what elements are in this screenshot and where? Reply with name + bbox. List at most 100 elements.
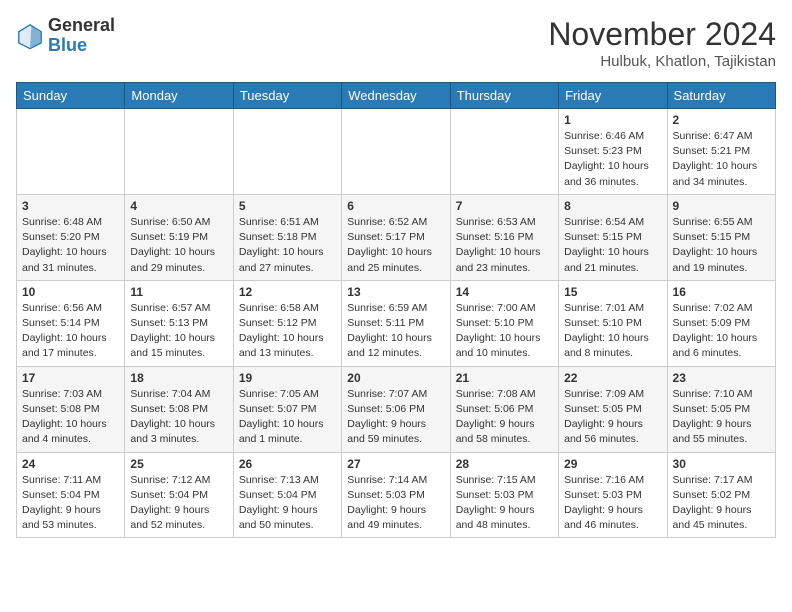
calendar-cell: 9Sunrise: 6:55 AMSunset: 5:15 PMDaylight… bbox=[667, 194, 775, 280]
day-info: Sunrise: 7:08 AMSunset: 5:06 PMDaylight:… bbox=[456, 387, 553, 448]
calendar-cell: 17 Sunrise: 7:03 AMSunset: 5:08 PMDayligh… bbox=[17, 366, 125, 452]
calendar-cell: 14 Sunrise: 7:00 AMSunset: 5:10 PMDayligh… bbox=[450, 280, 558, 366]
day-info: Sunrise: 6:46 AMSunset: 5:23 PMDaylight:… bbox=[564, 129, 661, 190]
calendar-cell: 12 Sunrise: 6:58 AMSunset: 5:12 PMDayligh… bbox=[233, 280, 341, 366]
calendar-cell: 23 Sunrise: 7:10 AMSunset: 5:05 PMDayligh… bbox=[667, 366, 775, 452]
day-number: 22 bbox=[564, 371, 661, 385]
calendar-cell: 20 Sunrise: 7:07 AMSunset: 5:06 PMDayligh… bbox=[342, 366, 450, 452]
day-number: 17 bbox=[22, 371, 119, 385]
day-number: 20 bbox=[347, 371, 444, 385]
day-info: Sunrise: 6:56 AMSunset: 5:14 PMDaylight:… bbox=[22, 301, 119, 362]
day-info: Sunrise: 6:55 AMSunset: 5:15 PMDaylight:… bbox=[673, 215, 770, 276]
calendar-cell: 18 Sunrise: 7:04 AMSunset: 5:08 PMDayligh… bbox=[125, 366, 233, 452]
calendar-cell: 24 Sunrise: 7:11 AMSunset: 5:04 PMDayligh… bbox=[17, 452, 125, 538]
day-number: 5 bbox=[239, 199, 336, 213]
day-info: Sunrise: 6:47 AMSunset: 5:21 PMDaylight:… bbox=[673, 129, 770, 190]
day-info: Sunrise: 7:10 AMSunset: 5:05 PMDaylight:… bbox=[673, 387, 770, 448]
day-number: 2 bbox=[673, 113, 770, 127]
day-number: 13 bbox=[347, 285, 444, 299]
day-info: Sunrise: 6:50 AMSunset: 5:19 PMDaylight:… bbox=[130, 215, 227, 276]
calendar-cell: 15Sunrise: 7:01 AMSunset: 5:10 PMDayligh… bbox=[559, 280, 667, 366]
day-info: Sunrise: 7:02 AMSunset: 5:09 PMDaylight:… bbox=[673, 301, 770, 362]
day-info: Sunrise: 7:09 AMSunset: 5:05 PMDaylight:… bbox=[564, 387, 661, 448]
calendar-cell: 5 Sunrise: 6:51 AMSunset: 5:18 PMDaylight… bbox=[233, 194, 341, 280]
logo: General Blue bbox=[16, 16, 115, 56]
day-number: 30 bbox=[673, 457, 770, 471]
calendar-cell: 3Sunrise: 6:48 AMSunset: 5:20 PMDaylight… bbox=[17, 194, 125, 280]
day-info: Sunrise: 6:51 AMSunset: 5:18 PMDaylight:… bbox=[239, 215, 336, 276]
calendar-cell: 30Sunrise: 7:17 AMSunset: 5:02 PMDayligh… bbox=[667, 452, 775, 538]
calendar-week-3: 10 Sunrise: 6:56 AMSunset: 5:14 PMDayligh… bbox=[17, 280, 776, 366]
day-info: Sunrise: 7:03 AMSunset: 5:08 PMDaylight:… bbox=[22, 387, 119, 448]
day-number: 16 bbox=[673, 285, 770, 299]
col-header-friday: Friday bbox=[559, 83, 667, 109]
calendar-cell: 16 Sunrise: 7:02 AMSunset: 5:09 PMDayligh… bbox=[667, 280, 775, 366]
day-number: 7 bbox=[456, 199, 553, 213]
calendar-week-4: 17 Sunrise: 7:03 AMSunset: 5:08 PMDayligh… bbox=[17, 366, 776, 452]
day-number: 28 bbox=[456, 457, 553, 471]
day-info: Sunrise: 7:04 AMSunset: 5:08 PMDaylight:… bbox=[130, 387, 227, 448]
day-number: 24 bbox=[22, 457, 119, 471]
location: Hulbuk, Khatlon, Tajikistan bbox=[548, 53, 776, 70]
day-info: Sunrise: 6:59 AMSunset: 5:11 PMDaylight:… bbox=[347, 301, 444, 362]
day-number: 8 bbox=[564, 199, 661, 213]
logo-blue: Blue bbox=[48, 36, 115, 56]
calendar-cell: 7 Sunrise: 6:53 AMSunset: 5:16 PMDaylight… bbox=[450, 194, 558, 280]
logo-general: General bbox=[48, 16, 115, 36]
day-number: 6 bbox=[347, 199, 444, 213]
calendar-cell bbox=[450, 109, 558, 195]
day-info: Sunrise: 7:00 AMSunset: 5:10 PMDaylight:… bbox=[456, 301, 553, 362]
calendar-cell: 22 Sunrise: 7:09 AMSunset: 5:05 PMDayligh… bbox=[559, 366, 667, 452]
day-info: Sunrise: 7:13 AMSunset: 5:04 PMDaylight:… bbox=[239, 473, 336, 534]
day-number: 23 bbox=[673, 371, 770, 385]
col-header-wednesday: Wednesday bbox=[342, 83, 450, 109]
day-info: Sunrise: 6:52 AMSunset: 5:17 PMDaylight:… bbox=[347, 215, 444, 276]
day-info: Sunrise: 6:57 AMSunset: 5:13 PMDaylight:… bbox=[130, 301, 227, 362]
day-number: 4 bbox=[130, 199, 227, 213]
calendar-cell bbox=[342, 109, 450, 195]
day-number: 1 bbox=[564, 113, 661, 127]
day-number: 18 bbox=[130, 371, 227, 385]
calendar-cell bbox=[233, 109, 341, 195]
calendar-cell: 19 Sunrise: 7:05 AMSunset: 5:07 PMDayligh… bbox=[233, 366, 341, 452]
calendar-week-5: 24 Sunrise: 7:11 AMSunset: 5:04 PMDayligh… bbox=[17, 452, 776, 538]
day-number: 12 bbox=[239, 285, 336, 299]
day-info: Sunrise: 7:11 AMSunset: 5:04 PMDaylight:… bbox=[22, 473, 119, 534]
day-number: 19 bbox=[239, 371, 336, 385]
calendar-cell: 11 Sunrise: 6:57 AMSunset: 5:13 PMDayligh… bbox=[125, 280, 233, 366]
logo-icon bbox=[16, 22, 44, 50]
day-info: Sunrise: 7:07 AMSunset: 5:06 PMDaylight:… bbox=[347, 387, 444, 448]
day-number: 10 bbox=[22, 285, 119, 299]
calendar-header-row: SundayMondayTuesdayWednesdayThursdayFrid… bbox=[17, 83, 776, 109]
calendar-cell: 10 Sunrise: 6:56 AMSunset: 5:14 PMDayligh… bbox=[17, 280, 125, 366]
calendar-cell: 4 Sunrise: 6:50 AMSunset: 5:19 PMDaylight… bbox=[125, 194, 233, 280]
day-info: Sunrise: 7:12 AMSunset: 5:04 PMDaylight:… bbox=[130, 473, 227, 534]
day-number: 25 bbox=[130, 457, 227, 471]
calendar-cell: 21Sunrise: 7:08 AMSunset: 5:06 PMDayligh… bbox=[450, 366, 558, 452]
calendar-cell: 26Sunrise: 7:13 AMSunset: 5:04 PMDayligh… bbox=[233, 452, 341, 538]
calendar-cell: 28Sunrise: 7:15 AMSunset: 5:03 PMDayligh… bbox=[450, 452, 558, 538]
calendar-cell: 2 Sunrise: 6:47 AMSunset: 5:21 PMDaylight… bbox=[667, 109, 775, 195]
day-info: Sunrise: 6:58 AMSunset: 5:12 PMDaylight:… bbox=[239, 301, 336, 362]
day-info: Sunrise: 7:16 AMSunset: 5:03 PMDaylight:… bbox=[564, 473, 661, 534]
logo-text: General Blue bbox=[48, 16, 115, 56]
col-header-tuesday: Tuesday bbox=[233, 83, 341, 109]
title-block: November 2024 Hulbuk, Khatlon, Tajikista… bbox=[548, 16, 776, 70]
calendar-cell bbox=[125, 109, 233, 195]
col-header-saturday: Saturday bbox=[667, 83, 775, 109]
calendar-table: SundayMondayTuesdayWednesdayThursdayFrid… bbox=[16, 82, 776, 538]
calendar-week-2: 3Sunrise: 6:48 AMSunset: 5:20 PMDaylight… bbox=[17, 194, 776, 280]
day-info: Sunrise: 6:54 AMSunset: 5:15 PMDaylight:… bbox=[564, 215, 661, 276]
calendar-cell bbox=[17, 109, 125, 195]
calendar-cell: 25 Sunrise: 7:12 AMSunset: 5:04 PMDayligh… bbox=[125, 452, 233, 538]
day-number: 27 bbox=[347, 457, 444, 471]
calendar-cell: 27 Sunrise: 7:14 AMSunset: 5:03 PMDayligh… bbox=[342, 452, 450, 538]
day-number: 14 bbox=[456, 285, 553, 299]
day-number: 11 bbox=[130, 285, 227, 299]
day-info: Sunrise: 7:05 AMSunset: 5:07 PMDaylight:… bbox=[239, 387, 336, 448]
day-info: Sunrise: 7:14 AMSunset: 5:03 PMDaylight:… bbox=[347, 473, 444, 534]
calendar-cell: 29Sunrise: 7:16 AMSunset: 5:03 PMDayligh… bbox=[559, 452, 667, 538]
day-number: 15 bbox=[564, 285, 661, 299]
day-info: Sunrise: 6:53 AMSunset: 5:16 PMDaylight:… bbox=[456, 215, 553, 276]
day-number: 3 bbox=[22, 199, 119, 213]
